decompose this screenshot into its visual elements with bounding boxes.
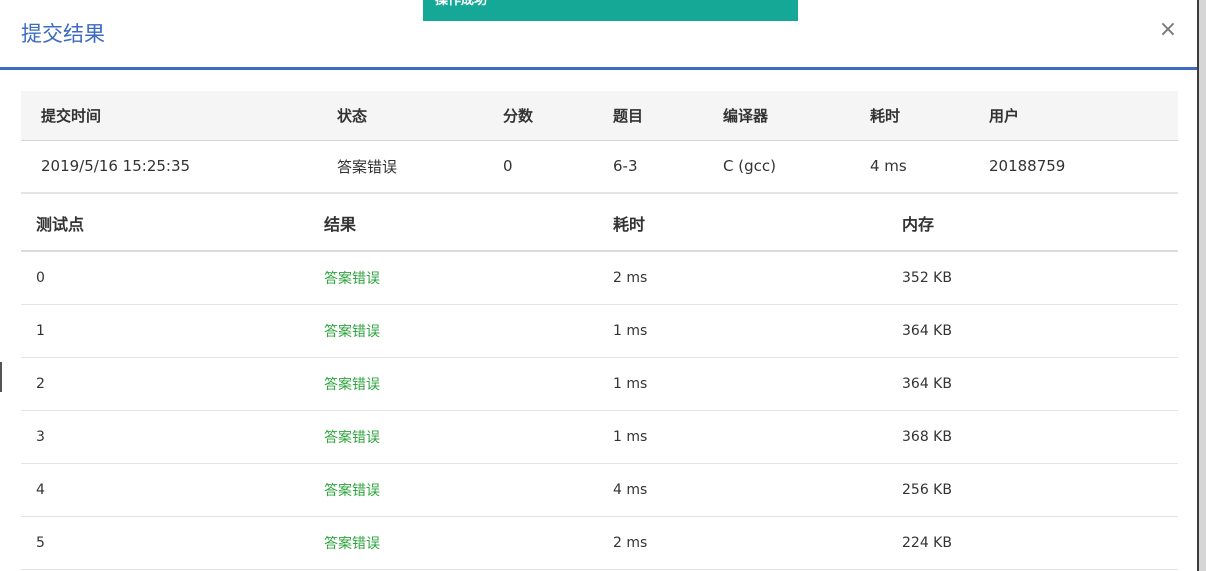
table-row: 0 答案错误 2 ms 352 KB [21, 251, 1178, 305]
header-result: 结果 [310, 196, 599, 252]
header-elapsed: 耗时 [870, 91, 989, 141]
case-memory: 224 KB [888, 516, 1178, 570]
cases-header-row: 测试点 结果 耗时 内存 [21, 196, 1178, 252]
case-id: 5 [21, 516, 310, 570]
case-time: 2 ms [599, 516, 888, 570]
case-memory: 364 KB [888, 357, 1178, 411]
header-score: 分数 [503, 91, 613, 141]
case-memory: 368 KB [888, 410, 1178, 464]
case-time: 4 ms [599, 463, 888, 517]
status-badge: 答案错误 [337, 140, 503, 194]
header-status: 状态 [337, 91, 503, 141]
header-problem: 题目 [613, 91, 723, 141]
case-time: 1 ms [599, 304, 888, 358]
header-user: 用户 [989, 91, 1178, 141]
case-memory: 352 KB [888, 251, 1178, 305]
header-submit-time: 提交时间 [21, 91, 337, 141]
scrollbar-track[interactable] [1197, 0, 1206, 571]
header-test-point: 测试点 [21, 196, 310, 252]
header-time: 耗时 [599, 196, 888, 252]
problem-link[interactable]: 6-3 [613, 140, 723, 194]
compiler-value: C (gcc) [723, 140, 870, 194]
header-compiler: 编译器 [723, 91, 870, 141]
close-icon[interactable]: × [1158, 18, 1178, 42]
elapsed-value: 4 ms [870, 140, 989, 194]
case-result: 答案错误 [310, 357, 599, 411]
case-result: 答案错误 [310, 304, 599, 358]
case-time: 2 ms [599, 251, 888, 305]
submission-result-dialog: 提交结果 × 操作成功 提交时间 状态 分数 题目 编译器 耗时 用户 2019… [0, 0, 1206, 571]
table-row: 1 答案错误 1 ms 364 KB [21, 304, 1178, 358]
summary-row: 2019/5/16 15:25:35 答案错误 0 6-3 C (gcc) 4 … [21, 140, 1178, 194]
score-value: 0 [503, 140, 613, 194]
toast-notification: 操作成功 [423, 0, 798, 21]
case-result: 答案错误 [310, 463, 599, 517]
user-link[interactable]: 20188759 [989, 140, 1178, 194]
submission-summary-table: 提交时间 状态 分数 题目 编译器 耗时 用户 2019/5/16 15:25:… [21, 91, 1178, 194]
case-time: 1 ms [599, 410, 888, 464]
case-result: 答案错误 [310, 516, 599, 570]
case-id: 1 [21, 304, 310, 358]
table-row: 4 答案错误 4 ms 256 KB [21, 463, 1178, 517]
summary-header-row: 提交时间 状态 分数 题目 编译器 耗时 用户 [21, 91, 1178, 141]
table-row: 3 答案错误 1 ms 368 KB [21, 410, 1178, 464]
case-memory: 256 KB [888, 463, 1178, 517]
table-row: 5 答案错误 2 ms 224 KB [21, 516, 1178, 570]
table-row: 2 答案错误 1 ms 364 KB [21, 357, 1178, 411]
submit-time: 2019/5/16 15:25:35 [21, 140, 337, 194]
case-id: 0 [21, 251, 310, 305]
case-result: 答案错误 [310, 410, 599, 464]
case-id: 4 [21, 463, 310, 517]
case-memory: 364 KB [888, 304, 1178, 358]
case-id: 3 [21, 410, 310, 464]
page-edge-marker [0, 362, 2, 392]
dialog-title: 提交结果 [21, 22, 105, 46]
case-result: 答案错误 [310, 251, 599, 305]
header-memory: 内存 [888, 196, 1178, 252]
case-time: 1 ms [599, 357, 888, 411]
case-id: 2 [21, 357, 310, 411]
test-cases-table: 测试点 结果 耗时 内存 0 答案错误 2 ms 352 KB 1 答案错误 1… [21, 196, 1178, 570]
